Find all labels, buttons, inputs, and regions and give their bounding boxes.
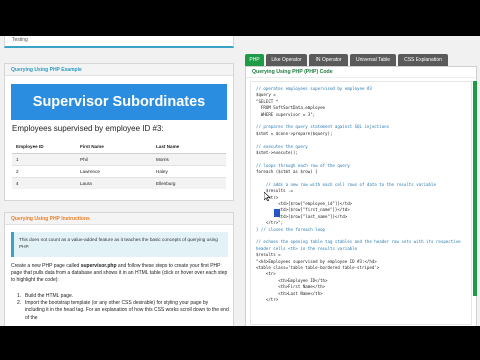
table-row: 4 Laura Ellenburg: [12, 176, 226, 189]
table-cell: 1: [12, 152, 76, 165]
code-line: </tr>: [256, 296, 279, 302]
step-text: Build the HTML page.: [25, 293, 74, 299]
table-cell: 4: [12, 176, 76, 189]
steps-list: 1. Build the HTML page. 2. Import the bo…: [17, 293, 229, 322]
left-column: Testing Querying Using PHP Example Super…: [0, 30, 237, 330]
tab-php[interactable]: PHP: [245, 54, 264, 66]
code-line: // echoes the opening table tag stables …: [256, 239, 461, 245]
step-item[interactable]: 1. Build the HTML page.: [17, 293, 229, 300]
letterbox-bottom: [0, 326, 480, 360]
column-header: Employee ID: [12, 140, 76, 154]
tab-like-operator[interactable]: Like Operator: [266, 54, 307, 66]
tab-universal-table[interactable]: Universal Table: [350, 54, 396, 66]
step-number: 1.: [17, 293, 22, 299]
column-header: Last Name: [152, 140, 226, 154]
mouse-pointer-icon: [264, 192, 271, 201]
step-number: 2.: [17, 300, 22, 307]
instructions-paragraph: Create a new PHP page called supervisor.…: [11, 263, 229, 285]
example-panel-header: Querying Using PHP Example: [5, 64, 233, 76]
right-column: PHP Like Operator IN Operator Universal …: [237, 36, 480, 328]
previous-panel-text: Testing: [12, 37, 28, 43]
employees-table: Employee ID First Name Last Name 1 Phil …: [12, 140, 226, 189]
screen: Testing Querying Using PHP Example Super…: [0, 0, 480, 360]
code-panel: Querying Using PHP (PHP) Code // operate…: [245, 66, 477, 328]
step-text: Import the bootstrap template (or any ot…: [25, 300, 229, 321]
paragraph-text: Create a new PHP page called: [11, 263, 81, 269]
table-cell: Laura: [76, 176, 152, 189]
code-scrollbar[interactable]: [473, 81, 477, 296]
code-panel-title: Querying Using PHP (PHP) Code: [246, 67, 476, 78]
table-row: 1 Phil Morris: [12, 152, 226, 165]
code-lines: // operates employees supervised by empl…: [256, 86, 470, 303]
banner-title: Supervisor Subordinates: [11, 84, 227, 120]
letterbox-top: [0, 0, 480, 36]
step-item[interactable]: 2. Import the bootstrap template (or any…: [17, 300, 229, 322]
table-cell: Phil: [76, 152, 152, 165]
example-panel: Querying Using PHP Example Supervisor Su…: [4, 63, 234, 201]
info-note: This does not count as a value-added fea…: [11, 232, 228, 257]
instructions-panel-header: Querying Using PHP Instructions: [5, 213, 233, 225]
text-cursor-highlight: [274, 209, 280, 217]
table-cell: Morris: [152, 152, 226, 165]
tab-css-explanation[interactable]: CSS Explanation: [398, 54, 448, 66]
column-header: First Name: [76, 140, 152, 154]
table-row: 2 Lawrence Haley: [12, 164, 226, 177]
instructions-panel: Querying Using PHP Instructions This doe…: [4, 212, 234, 330]
tab-in-operator[interactable]: IN Operator: [309, 54, 348, 66]
employees-heading: Employees supervised by employee ID #3:: [12, 124, 164, 133]
table-header-row: Employee ID First Name Last Name: [12, 140, 226, 154]
table-cell: Lawrence: [76, 164, 152, 177]
file-name: supervisor.php: [80, 263, 117, 269]
table-cell: Ellenburg: [152, 176, 226, 189]
table-cell: Haley: [152, 164, 226, 177]
table-cell: 2: [12, 164, 76, 177]
code-block[interactable]: // operates employees supervised by empl…: [250, 81, 472, 325]
